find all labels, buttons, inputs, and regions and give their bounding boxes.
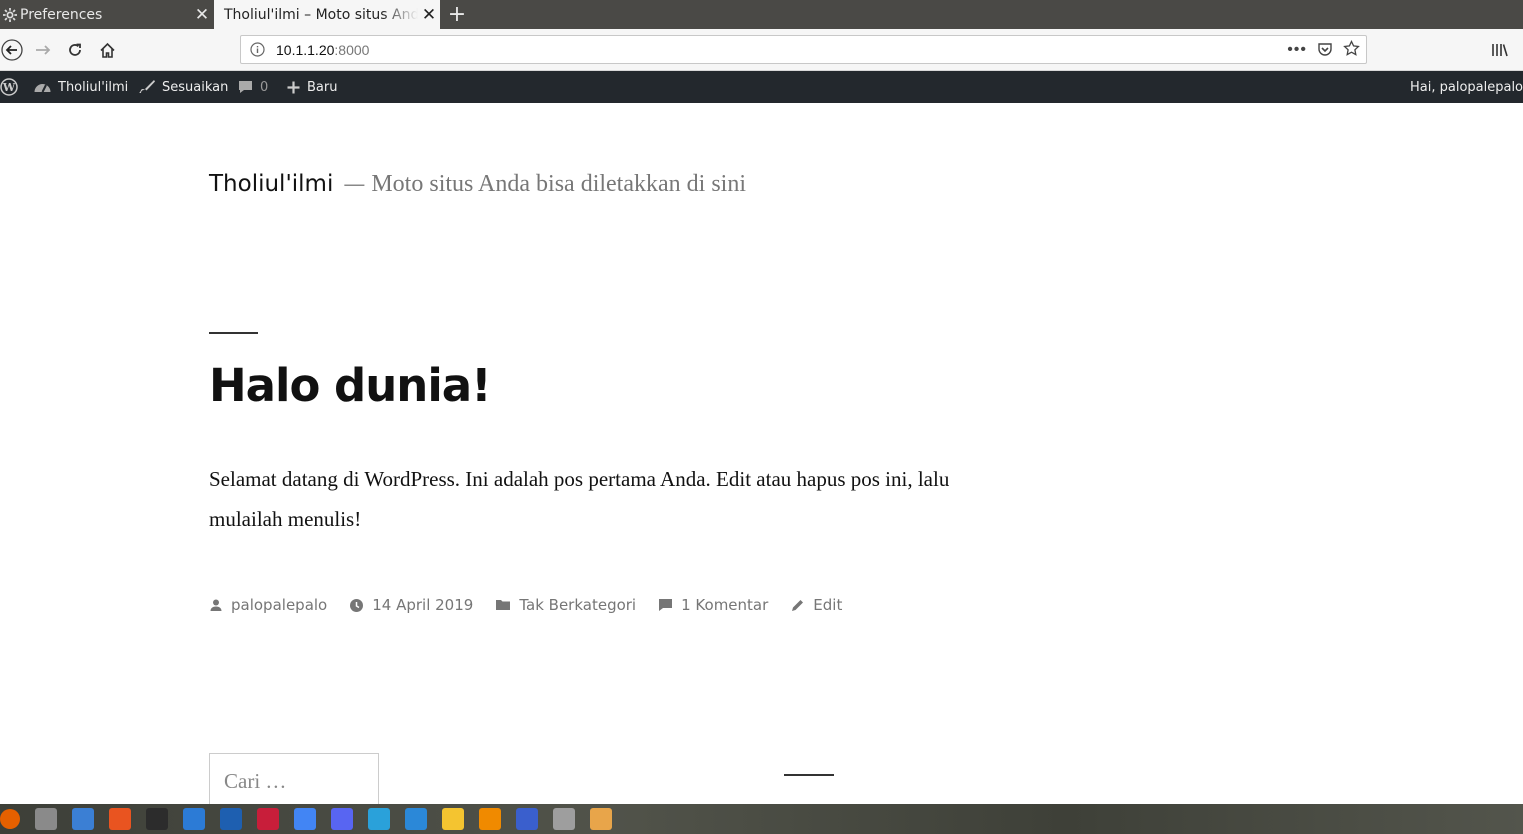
telegram-icon[interactable]	[368, 808, 390, 830]
bookmark-star-icon[interactable]	[1343, 39, 1360, 60]
post-date-label: 14 April 2019	[372, 596, 474, 614]
post-comments[interactable]: 1 Komentar	[658, 596, 768, 614]
site-separator: —	[343, 172, 366, 197]
post-date[interactable]: 14 April 2019	[349, 596, 473, 614]
screenshot-icon[interactable]	[553, 808, 575, 830]
plus-icon	[287, 81, 300, 93]
page-actions-icon[interactable]: •••	[1287, 41, 1307, 59]
new-tab-button[interactable]: +	[445, 0, 469, 29]
wp-site-name-label: Tholiul'ilmi	[58, 79, 129, 95]
back-arrow-icon	[1, 39, 23, 61]
clock-icon	[350, 598, 364, 612]
reload-button[interactable]	[63, 38, 87, 62]
info-icon[interactable]	[250, 42, 265, 60]
pocket-icon[interactable]	[1317, 41, 1333, 60]
gear-icon	[0, 7, 20, 22]
home-icon	[99, 42, 115, 58]
wp-customize-label: Sesuaikan	[162, 79, 229, 95]
firefox-icon[interactable]	[0, 809, 20, 829]
back-button[interactable]	[0, 38, 24, 62]
pencil-icon	[792, 599, 804, 611]
monitor-icon[interactable]	[405, 808, 427, 830]
user-icon	[210, 599, 222, 611]
browser-tab-bar: Preferences ✕ Tholiul'ilmi – Moto situs …	[0, 0, 1523, 29]
filezilla-icon[interactable]	[220, 808, 242, 830]
url-port: :8000	[334, 42, 370, 58]
chrome-icon[interactable]	[294, 808, 316, 830]
wordpress-logo-button[interactable]: W	[0, 71, 18, 103]
svg-text:W: W	[2, 81, 16, 94]
close-icon[interactable]: ✕	[418, 5, 440, 25]
post-edit-label: Edit	[813, 596, 843, 614]
post-comments-label: 1 Komentar	[681, 596, 769, 614]
forward-arrow-icon	[36, 45, 51, 55]
post-title[interactable]: Halo dunia!	[209, 359, 492, 412]
post-meta: palopalepalo 14 April 2019 Tak Berkatego…	[209, 596, 842, 614]
post-author-label: palopalepalo	[231, 596, 328, 614]
wp-new-label: Baru	[307, 79, 338, 95]
post-edit[interactable]: Edit	[790, 596, 842, 614]
site-header: Tholiul'ilmi — Moto situs Anda bisa dileta…	[209, 171, 746, 198]
divider	[209, 332, 258, 334]
terminal-icon[interactable]	[146, 808, 168, 830]
eclipse-icon[interactable]	[516, 808, 538, 830]
tab-label: Preferences	[20, 6, 103, 23]
text-editor-icon[interactable]	[590, 808, 612, 830]
wp-admin-bar: W Tholiul'ilmi Sesuaikan 0 Baru Hai, pal…	[0, 71, 1523, 103]
wp-comments[interactable]: 0	[237, 71, 268, 103]
files-icon[interactable]	[35, 808, 57, 830]
comments-count: 0	[260, 79, 269, 95]
brush-icon	[139, 80, 155, 93]
post-category[interactable]: Tak Berkategori	[495, 596, 636, 614]
url-text: 10.1.1.20:8000	[276, 42, 369, 58]
vlc-icon[interactable]	[479, 808, 501, 830]
home-button[interactable]	[95, 38, 119, 62]
browser-toolbar: 10.1.1.20:8000 •••	[0, 29, 1523, 71]
comment-bubble-icon	[239, 81, 252, 93]
site-title[interactable]: Tholiul'ilmi	[209, 171, 333, 197]
widget-divider	[784, 774, 834, 776]
library-button[interactable]	[1488, 38, 1512, 62]
document-icon[interactable]	[72, 808, 94, 830]
folder-icon	[496, 600, 511, 610]
post-category-label: Tak Berkategori	[519, 596, 637, 614]
wp-new[interactable]: Baru	[286, 71, 337, 103]
forward-button[interactable]	[31, 38, 55, 62]
tab-preferences[interactable]: Preferences ✕	[0, 0, 213, 29]
notes-icon[interactable]	[442, 808, 464, 830]
url-bar[interactable]: 10.1.1.20:8000 •••	[240, 35, 1367, 64]
tab-active[interactable]: Tholiul'ilmi – Moto situs Anda bisa dile…	[214, 0, 440, 29]
post-body: Selamat datang di WordPress. Ini adalah …	[209, 467, 950, 531]
mendeley-icon[interactable]	[257, 808, 279, 830]
post-author[interactable]: palopalepalo	[209, 596, 327, 614]
vscode-icon[interactable]	[183, 808, 205, 830]
site-tagline: Moto situs Anda bisa diletakkan di sini	[371, 171, 746, 197]
close-icon[interactable]: ✕	[191, 5, 213, 25]
wp-greeting: Hai, palopalepalo	[1410, 79, 1523, 95]
desktop-taskbar	[0, 804, 1523, 834]
comment-icon	[659, 599, 673, 611]
wp-customize[interactable]: Sesuaikan	[138, 71, 228, 103]
dashboard-icon	[34, 84, 51, 93]
reload-icon	[69, 43, 81, 56]
library-icon	[1492, 44, 1508, 57]
wordpress-logo-icon: W	[0, 78, 18, 96]
software-icon[interactable]	[109, 808, 131, 830]
tab-label: Tholiul'ilmi – Moto situs Anda bisa dile…	[224, 6, 418, 23]
discord-icon[interactable]	[331, 808, 353, 830]
wp-site-name[interactable]: Tholiul'ilmi	[33, 71, 128, 103]
wp-account[interactable]: Hai, palopalepalo	[1410, 71, 1523, 103]
url-host: 10.1.1.20	[276, 42, 335, 58]
